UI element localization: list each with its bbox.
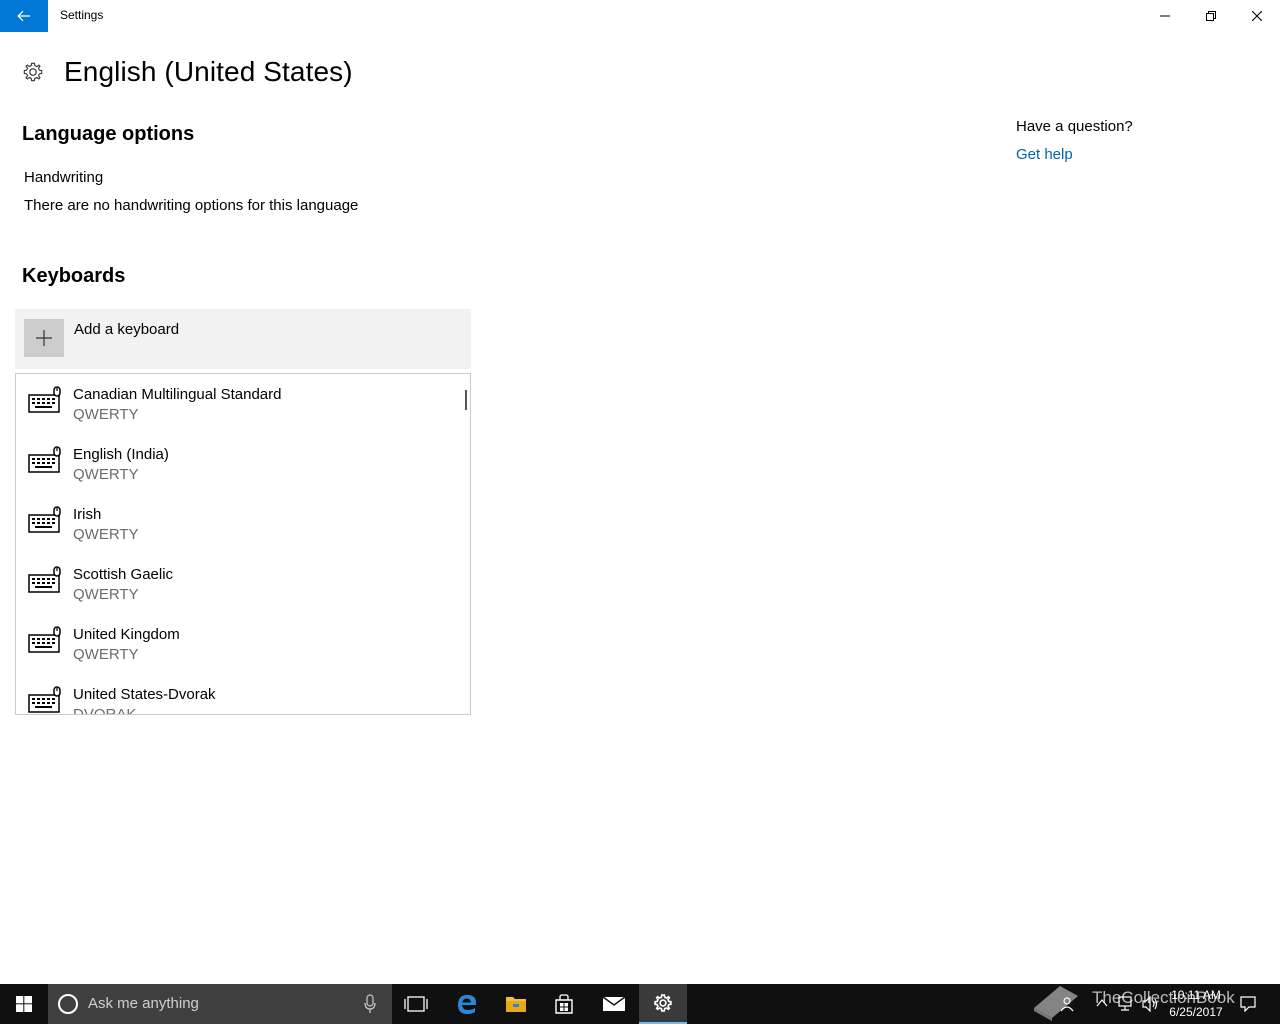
plus-icon-box: [24, 319, 64, 357]
window-title: Settings: [60, 8, 104, 22]
task-view-button[interactable]: [392, 984, 440, 1024]
keyboard-name: Irish: [73, 506, 102, 523]
keyboard-layout: QWERTY: [73, 586, 139, 603]
clock-time[interactable]: 10:11 AM: [1162, 988, 1230, 1002]
gear-icon: [23, 62, 43, 82]
cortana-icon: [58, 994, 78, 1014]
keyboard-name: English (India): [73, 446, 169, 463]
taskbar: Ask me anything TheCollectionBook 10:11 …: [0, 984, 1280, 1024]
back-arrow-icon: [17, 10, 30, 22]
gear-icon: [654, 994, 672, 1012]
close-button[interactable]: [1234, 0, 1280, 32]
keyboards-heading: Keyboards: [22, 265, 126, 287]
keyboard-item[interactable]: United States-Dvorak DVORAK: [16, 674, 470, 715]
keyboard-icon: [28, 686, 61, 713]
microphone-icon[interactable]: [364, 994, 376, 1014]
folder-icon: [506, 997, 526, 1012]
settings-taskbar-button[interactable]: [639, 984, 687, 1024]
file-explorer-button[interactable]: [492, 984, 540, 1024]
keyboard-item[interactable]: Scottish Gaelic QWERTY: [16, 554, 470, 614]
windows-logo-icon: [16, 996, 32, 1012]
add-keyboard-label: Add a keyboard: [74, 321, 180, 338]
restore-button[interactable]: [1188, 0, 1234, 32]
keyboard-icon: [28, 566, 61, 593]
close-icon: [1252, 11, 1262, 21]
store-bag-icon: [555, 994, 573, 1014]
add-keyboard-button[interactable]: Add a keyboard: [15, 309, 471, 369]
start-button[interactable]: [0, 984, 48, 1024]
keyboard-icon: [28, 386, 61, 413]
keyboard-layout: DVORAK: [73, 706, 137, 715]
keyboard-item[interactable]: English (India) QWERTY: [16, 434, 470, 494]
volume-icon[interactable]: [1142, 996, 1160, 1012]
minimize-button[interactable]: [1142, 0, 1188, 32]
search-placeholder: Ask me anything: [88, 995, 199, 1012]
keyboard-icon: [28, 506, 61, 533]
keyboard-name: Scottish Gaelic: [73, 566, 174, 583]
people-icon[interactable]: [1060, 996, 1074, 1012]
page-title: English (United States): [64, 56, 353, 87]
keyboard-list[interactable]: Canadian Multilingual Standard QWERTY En…: [15, 373, 471, 715]
restore-icon: [1206, 11, 1216, 21]
handwriting-note: There are no handwriting options for thi…: [24, 197, 359, 214]
chevron-up-icon[interactable]: [1096, 998, 1108, 1008]
keyboard-layout: QWERTY: [73, 406, 139, 423]
language-options-heading: Language options: [22, 123, 195, 145]
back-button[interactable]: [0, 0, 48, 32]
keyboard-name: Canadian Multilingual Standard: [73, 386, 282, 403]
book-logo-icon: [1034, 986, 1078, 1021]
keyboard-icon: [28, 626, 61, 653]
keyboard-name: United Kingdom: [73, 626, 180, 643]
keyboard-name: United States-Dvorak: [73, 686, 216, 703]
edge-browser-icon: [458, 995, 476, 1014]
keyboard-icon: [28, 446, 61, 473]
clock-date[interactable]: 6/25/2017: [1162, 1005, 1230, 1019]
handwriting-label: Handwriting: [24, 169, 104, 186]
title-bar: Settings: [0, 0, 1280, 32]
page-header: English (United States): [22, 56, 353, 88]
store-button[interactable]: [540, 984, 588, 1024]
keyboard-item[interactable]: Irish QWERTY: [16, 494, 470, 554]
network-icon[interactable]: [1118, 996, 1134, 1012]
keyboard-item[interactable]: Canadian Multilingual Standard QWERTY: [16, 374, 470, 434]
plus-icon: [36, 330, 52, 346]
get-help-link[interactable]: Get help: [1016, 146, 1073, 163]
keyboard-layout: QWERTY: [73, 466, 139, 483]
help-question: Have a question?: [1016, 118, 1133, 135]
task-view-icon: [404, 996, 428, 1012]
keyboard-item[interactable]: United Kingdom QWERTY: [16, 614, 470, 674]
action-center-icon[interactable]: [1240, 996, 1256, 1012]
keyboard-layout: QWERTY: [73, 526, 139, 543]
minimize-icon: [1160, 15, 1170, 17]
mail-button[interactable]: [590, 984, 638, 1024]
edge-button[interactable]: [443, 984, 491, 1024]
keyboard-layout: QWERTY: [73, 646, 139, 663]
search-box[interactable]: Ask me anything: [48, 984, 392, 1024]
mail-icon: [602, 996, 626, 1011]
